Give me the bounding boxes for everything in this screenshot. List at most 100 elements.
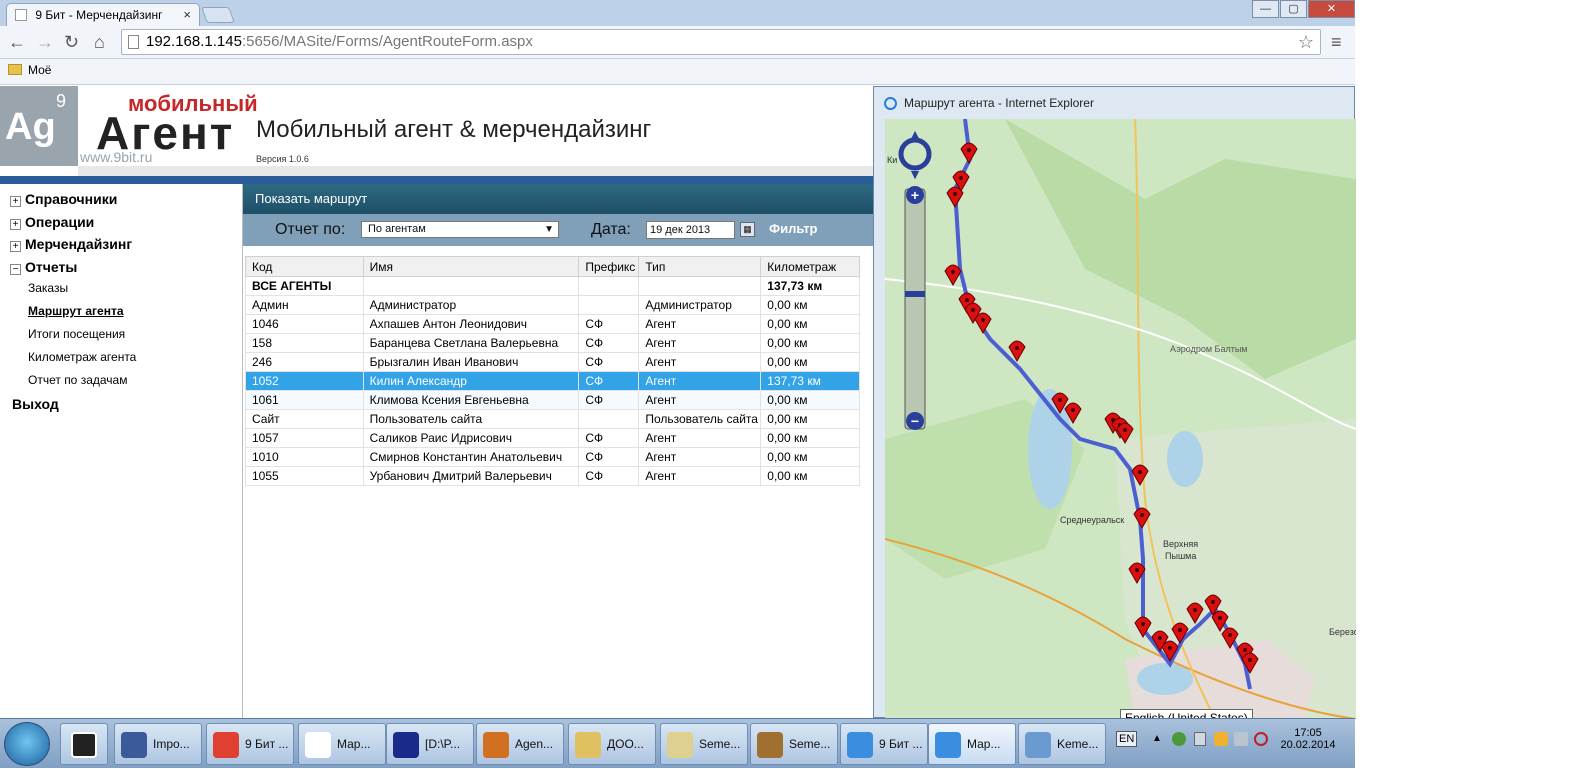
column-header[interactable]: Префикс — [578, 256, 640, 277]
date-label: Дата: — [591, 221, 631, 238]
forward-arrow-icon[interactable]: → — [36, 32, 54, 52]
browser-tab[interactable]: 9 Бит - Мерчендайзинг × — [6, 3, 200, 26]
taskbar-app-button[interactable]: [D:\P... — [386, 723, 474, 765]
7zip-taskbar-button[interactable] — [60, 723, 108, 765]
url-host: 192.168.1.145 — [146, 33, 242, 50]
column-header[interactable]: Километраж — [760, 256, 860, 277]
taskbar-app-button[interactable]: Мар... — [298, 723, 386, 765]
table-row[interactable]: 246 Брызгалин Иван Иванович СФ Агент 0,00 км — [245, 352, 860, 372]
taskbar-app-button[interactable]: 9 Бит ... — [206, 723, 294, 765]
pan-down-icon[interactable]: ▼ — [908, 166, 922, 182]
table-row[interactable]: 1010 Смирнов Константин Анатольевич СФ Аген… — [245, 447, 860, 467]
network-icon[interactable] — [1172, 732, 1186, 746]
table-cell: 0,00 км — [760, 466, 860, 486]
browser-chrome: 9 Бит - Мерчендайзинг × — ▢ ✕ ← → ↻ ⌂ 19… — [0, 0, 1355, 85]
clock[interactable]: 17:05 20.02.2014 — [1278, 727, 1338, 751]
sidebar-item-visit-results[interactable]: Итоги посещения — [28, 327, 125, 341]
expand-icon[interactable]: + — [10, 219, 21, 230]
table-row[interactable]: 1052 Килин Александр СФ Агент 137,73 км — [245, 371, 860, 391]
pan-up-icon[interactable]: ▲ — [908, 126, 922, 142]
route-marker-dot — [1158, 636, 1162, 640]
sidebar-item-exit[interactable]: Выход — [12, 396, 59, 412]
zoom-slider-track[interactable] — [904, 188, 926, 430]
table-row[interactable]: Админ Администратор Администратор 0,00 км — [245, 295, 860, 315]
reload-icon[interactable]: ↻ — [64, 32, 79, 52]
route-map[interactable]: ▲ ▼ + − Аэродром Балтым Среднеуральск Ве… — [885, 119, 1356, 719]
expand-icon[interactable]: + — [10, 241, 21, 252]
maximize-button[interactable]: ▢ — [1280, 0, 1307, 18]
taskbar-app-button[interactable]: ДОО... — [568, 723, 656, 765]
home-icon[interactable]: ⌂ — [94, 32, 105, 52]
tab-close-icon[interactable]: × — [183, 7, 191, 22]
table-cell: 0,00 км — [760, 447, 860, 467]
taskbar-app-button[interactable]: 9 Бит ... — [840, 723, 928, 765]
start-button[interactable] — [4, 722, 50, 766]
sidebar-group-operations[interactable]: + Операции — [10, 214, 94, 230]
column-header[interactable]: Код — [245, 256, 364, 277]
taskbar-app-button[interactable]: Seme... — [750, 723, 838, 765]
battery-icon[interactable] — [1194, 732, 1206, 746]
taskbar-app-button[interactable]: Seme... — [660, 723, 748, 765]
table-row[interactable]: 1055 Урбанович Дмитрий Валерьевич СФ Агент 0… — [245, 466, 860, 486]
language-indicator[interactable]: EN — [1116, 731, 1138, 747]
bookmark-star-icon[interactable]: ☆ — [1298, 30, 1314, 54]
bookmarks-bar: Моё — [0, 59, 1355, 85]
report-by-select[interactable]: По агентам ▼ — [361, 221, 559, 238]
table-cell: СФ — [578, 447, 640, 467]
route-marker-dot — [1135, 568, 1139, 572]
table-row[interactable]: ВСЕ АГЕНТЫ 137,73 км — [245, 276, 860, 296]
table-row[interactable]: Сайт Пользователь сайта Пользователь сайта… — [245, 409, 860, 429]
address-bar[interactable]: 192.168.1.145:5656/MASite/Forms/AgentRou… — [121, 29, 1321, 55]
minimize-button[interactable]: — — [1252, 0, 1279, 18]
zoom-slider-thumb[interactable] — [905, 291, 925, 297]
app-tray-icon[interactable] — [1214, 732, 1228, 746]
back-arrow-icon[interactable]: ← — [8, 32, 26, 52]
table-cell: 0,00 км — [760, 409, 860, 429]
filter-button[interactable]: Фильтр — [769, 221, 818, 236]
taskbar-app-button[interactable]: Keme... — [1018, 723, 1106, 765]
sidebar-item-agent-route[interactable]: Маршрут агента — [28, 304, 124, 318]
taskbar-app-label: Keme... — [1057, 737, 1099, 751]
table-row[interactable]: 1057 Саликов Раис Идрисович СФ Агент 0,00 км — [245, 428, 860, 448]
report-by-value: По агентам — [368, 223, 426, 235]
sidebar-group-directories[interactable]: + Справочники — [10, 191, 117, 207]
table-cell: 246 — [245, 352, 364, 372]
expand-icon[interactable]: + — [10, 196, 21, 207]
table-cell: Климова Ксения Евгеньевна — [362, 390, 580, 410]
sidebar-item-task-report[interactable]: Отчет по задачам — [28, 373, 127, 387]
taskbar-app-button[interactable]: Impo... — [114, 723, 202, 765]
taskbar-app-button[interactable]: Мар... — [928, 723, 1016, 765]
table-cell: 137,73 км — [760, 276, 860, 296]
taskbar-app-label: 9 Бит ... — [245, 737, 289, 751]
close-window-button[interactable]: ✕ — [1308, 0, 1355, 18]
sidebar-item-agent-mileage[interactable]: Километраж агента — [28, 350, 136, 364]
column-header[interactable]: Имя — [362, 256, 580, 277]
table-cell: 158 — [245, 333, 364, 353]
table-cell — [362, 276, 580, 296]
sidebar-item-orders[interactable]: Заказы — [28, 281, 68, 295]
map-label-berezo: Березо — [1329, 627, 1356, 637]
display-tray-icon[interactable] — [1234, 732, 1248, 746]
volume-muted-icon[interactable] — [1254, 732, 1268, 746]
popup-title: Маршрут агента - Internet Explorer — [904, 96, 1094, 110]
table-row[interactable]: 1061 Климова Ксения Евгеньевна СФ Агент 0,00… — [245, 390, 860, 410]
taskbar-app-button[interactable]: Agen... — [476, 723, 564, 765]
sidebar-group-reports[interactable]: − Отчеты — [10, 259, 77, 275]
bookmark-folder-moe[interactable]: Моё — [28, 63, 51, 77]
table-row[interactable]: 1046 Ахпашев Антон Леонидович СФ Агент 0,00 … — [245, 314, 860, 334]
new-tab-button[interactable] — [201, 7, 235, 23]
table-row[interactable]: 158 Баранцева Светлана Валерьевна СФ Агент 0… — [245, 333, 860, 353]
app-icon — [483, 732, 509, 758]
route-marker-dot — [971, 308, 975, 312]
table-cell: Администратор — [362, 295, 580, 315]
date-input[interactable]: 19 дек 2013 — [646, 221, 735, 239]
calendar-icon[interactable]: ▦ — [740, 222, 755, 237]
show-hidden-icons[interactable]: ▲ — [1152, 733, 1162, 744]
column-header[interactable]: Тип — [638, 256, 762, 277]
route-marker-dot — [1193, 608, 1197, 612]
sidebar-group-merchandising[interactable]: + Мерчендайзинг — [10, 236, 132, 252]
menu-icon[interactable]: ≡ — [1331, 32, 1342, 52]
header-divider-blue — [0, 176, 875, 184]
route-marker-dot — [1211, 600, 1215, 604]
collapse-icon[interactable]: − — [10, 264, 21, 275]
